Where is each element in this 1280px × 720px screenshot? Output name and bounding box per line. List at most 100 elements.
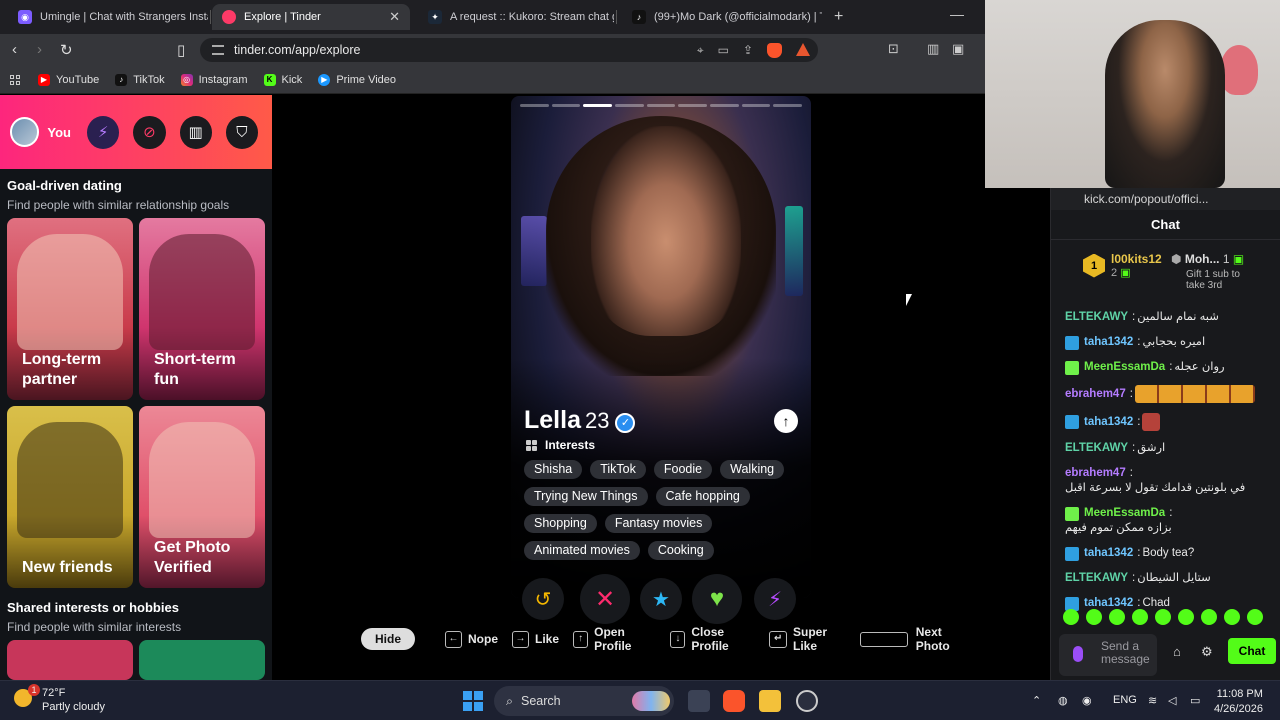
share-icon[interactable]: ⇪ — [743, 43, 753, 58]
tab-kukoro[interactable]: ✦ A request :: Kukoro: Stream chat gam — [418, 4, 614, 30]
safety-shield-icon[interactable]: ⛉ — [225, 115, 258, 149]
interest-chip: Shopping — [524, 514, 597, 533]
up-arrow-key-icon: ↑ — [573, 630, 589, 648]
site-settings-icon[interactable] — [212, 45, 224, 55]
tab-umingle[interactable]: ◉ Umingle | Chat with Strangers Instant — [8, 4, 208, 30]
card-new-friends[interactable]: New friends — [7, 406, 133, 588]
hide-shortcuts-button[interactable]: Hide — [361, 628, 416, 650]
address-bar[interactable]: tinder.com/app/explore ⌖ ▭ ⇪ — [200, 38, 818, 62]
chat-username[interactable]: taha1342 — [1084, 335, 1133, 350]
explore-main: Lella 23 ✓ ↑ Interests Shisha TikTok Foodie W… — [272, 95, 985, 680]
emote-icon[interactable] — [1178, 609, 1194, 625]
tray-overflow-icon[interactable]: ⌃ — [1032, 694, 1041, 707]
verified-badge-icon: ✓ — [615, 413, 636, 433]
forward-icon[interactable]: › — [37, 41, 42, 58]
chat-username[interactable]: ebrahem47 — [1065, 387, 1126, 402]
interest-chips: Shisha TikTok Foodie Walking Trying New Thin… — [524, 460, 804, 560]
emote-icon[interactable] — [1201, 609, 1217, 625]
chat-message: ebrahem47: في بلونتين قدامك تقول لا بسرع… — [1065, 466, 1246, 494]
emote-icon[interactable] — [1086, 609, 1102, 625]
back-icon[interactable]: ‹ — [12, 41, 17, 58]
windows-start-icon[interactable] — [463, 691, 483, 711]
nope-x-icon[interactable]: ✕ — [580, 574, 630, 624]
emote-icon[interactable] — [1247, 609, 1263, 625]
profile-card[interactable]: Lella 23 ✓ ↑ Interests Shisha TikTok Foodie W… — [511, 96, 811, 598]
like-heart-icon[interactable]: ♥ — [692, 574, 742, 624]
card-get-photo-verified[interactable]: Get Photo Verified — [139, 406, 265, 588]
store-icon[interactable]: ⌂ — [1173, 644, 1181, 659]
chat-username[interactable]: MeenEssamDa — [1084, 506, 1165, 521]
open-profile-arrow-icon[interactable]: ↑ — [774, 409, 798, 433]
chat-username[interactable]: taha1342 — [1084, 546, 1133, 561]
work-briefcase-icon[interactable]: ▥ — [179, 115, 212, 149]
chat-messages: ELTEKAWY: شبه نمام سالمين taha1342: اميره… — [1065, 310, 1275, 621]
apps-grid-icon[interactable] — [10, 74, 20, 85]
emote-icon[interactable] — [1132, 609, 1148, 625]
bookmark-icon[interactable]: ▯ — [177, 41, 185, 59]
boost-bolt-icon[interactable]: ⚡ — [87, 115, 120, 149]
bookmark-tiktok[interactable]: ♪ TikTok — [115, 73, 165, 86]
user-badge-icon — [1065, 360, 1079, 375]
file-explorer-icon[interactable] — [759, 690, 781, 712]
emote-icon[interactable] — [1063, 609, 1079, 625]
location-icon[interactable]: ⌖ — [697, 43, 704, 58]
boost-bolt-icon[interactable]: ⚡ — [754, 578, 796, 620]
chat-username[interactable]: ELTEKAWY — [1065, 441, 1128, 456]
card-interest[interactable] — [7, 640, 133, 680]
system-clock[interactable]: 11:08 PM 4/26/2026 — [1214, 687, 1263, 717]
top-gifter-2[interactable]: ⬢ Moh... 1 ▣ Gift 1 sub to take 3rd — [1171, 252, 1244, 291]
bookmark-kick[interactable]: K Kick — [263, 73, 302, 86]
super-like-star-icon[interactable]: ★ — [640, 578, 682, 620]
new-tab-button[interactable]: + — [834, 8, 843, 26]
brave-rewards-icon[interactable] — [796, 43, 810, 56]
screenshot-icon[interactable]: ⊡ — [888, 41, 899, 57]
sidebar-toggle-icon[interactable]: ▥ — [927, 41, 939, 57]
enter-key-icon: ↵ — [769, 630, 787, 648]
interests-heading: Interests — [526, 438, 595, 452]
chat-username[interactable]: ELTEKAWY — [1065, 571, 1128, 586]
rewind-icon[interactable]: ↺ — [522, 578, 564, 620]
emote-icon[interactable] — [1155, 609, 1171, 625]
battery-icon[interactable]: ▭ — [1190, 694, 1200, 707]
volume-icon[interactable]: ◁ — [1168, 694, 1176, 707]
app-tray-icon[interactable]: ◉ — [1082, 694, 1092, 707]
emote-icon[interactable] — [1109, 609, 1125, 625]
weather-widget[interactable]: 1 72°F Partly cloudy — [14, 684, 105, 714]
wifi-icon[interactable]: ≋ — [1148, 694, 1157, 707]
card-short-term-fun[interactable]: Short-term fun — [139, 218, 265, 400]
send-chat-button[interactable]: Chat — [1228, 638, 1276, 664]
settings-gear-icon[interactable]: ⚙ — [1201, 644, 1213, 660]
close-tab-icon[interactable]: ✕ — [381, 9, 400, 25]
section-subtitle: Find people with similar interests — [7, 620, 182, 634]
tab-tinder[interactable]: Explore | Tinder ✕ — [212, 4, 410, 30]
taskbar-search[interactable]: ⌕ Search — [494, 686, 674, 716]
brave-shields-icon[interactable] — [767, 43, 782, 58]
wallet-icon[interactable]: ▣ — [952, 41, 964, 57]
language-indicator[interactable]: ENG — [1113, 694, 1137, 706]
obs-icon[interactable] — [796, 690, 818, 712]
profile-you-label[interactable]: You — [47, 125, 71, 140]
mic-icon[interactable] — [1073, 646, 1083, 662]
top-gifter-1[interactable]: 1 l00kits12 2 ▣ — [1083, 252, 1162, 279]
chat-username[interactable]: taha1342 — [1084, 415, 1133, 430]
bookmark-youtube[interactable]: ▶ YouTube — [38, 73, 99, 86]
task-view-icon[interactable] — [688, 690, 710, 712]
card-long-term-partner[interactable]: Long-term partner — [7, 218, 133, 400]
chat-username[interactable]: MeenEssamDa — [1084, 360, 1165, 375]
chat-message-input[interactable]: Send a message — [1059, 634, 1157, 676]
minimize-icon[interactable]: — — [950, 6, 964, 22]
bookmark-instagram[interactable]: ◎ Instagram — [180, 73, 248, 86]
card-interest[interactable] — [139, 640, 265, 680]
reload-icon[interactable]: ↻ — [60, 41, 73, 59]
tab-tiktok[interactable]: ♪ (99+)Mo Dark (@officialmodark) | Tik — [622, 4, 822, 30]
emote-icon[interactable] — [1224, 609, 1240, 625]
network-tray-icon[interactable]: ◍ — [1058, 694, 1068, 707]
avatar[interactable] — [10, 117, 40, 147]
chat-username[interactable]: ebrahem47 — [1065, 466, 1126, 481]
chat-username[interactable]: ELTEKAWY — [1065, 310, 1128, 325]
bookmark-prime-video[interactable]: ▶ Prime Video — [318, 73, 396, 86]
explore-compass-icon[interactable]: ⊘ — [133, 115, 166, 149]
chat-message: ELTEKAWY: ستايل الشيطان — [1065, 571, 1211, 586]
cast-icon[interactable]: ▭ — [718, 43, 729, 58]
brave-browser-icon[interactable] — [723, 690, 745, 712]
